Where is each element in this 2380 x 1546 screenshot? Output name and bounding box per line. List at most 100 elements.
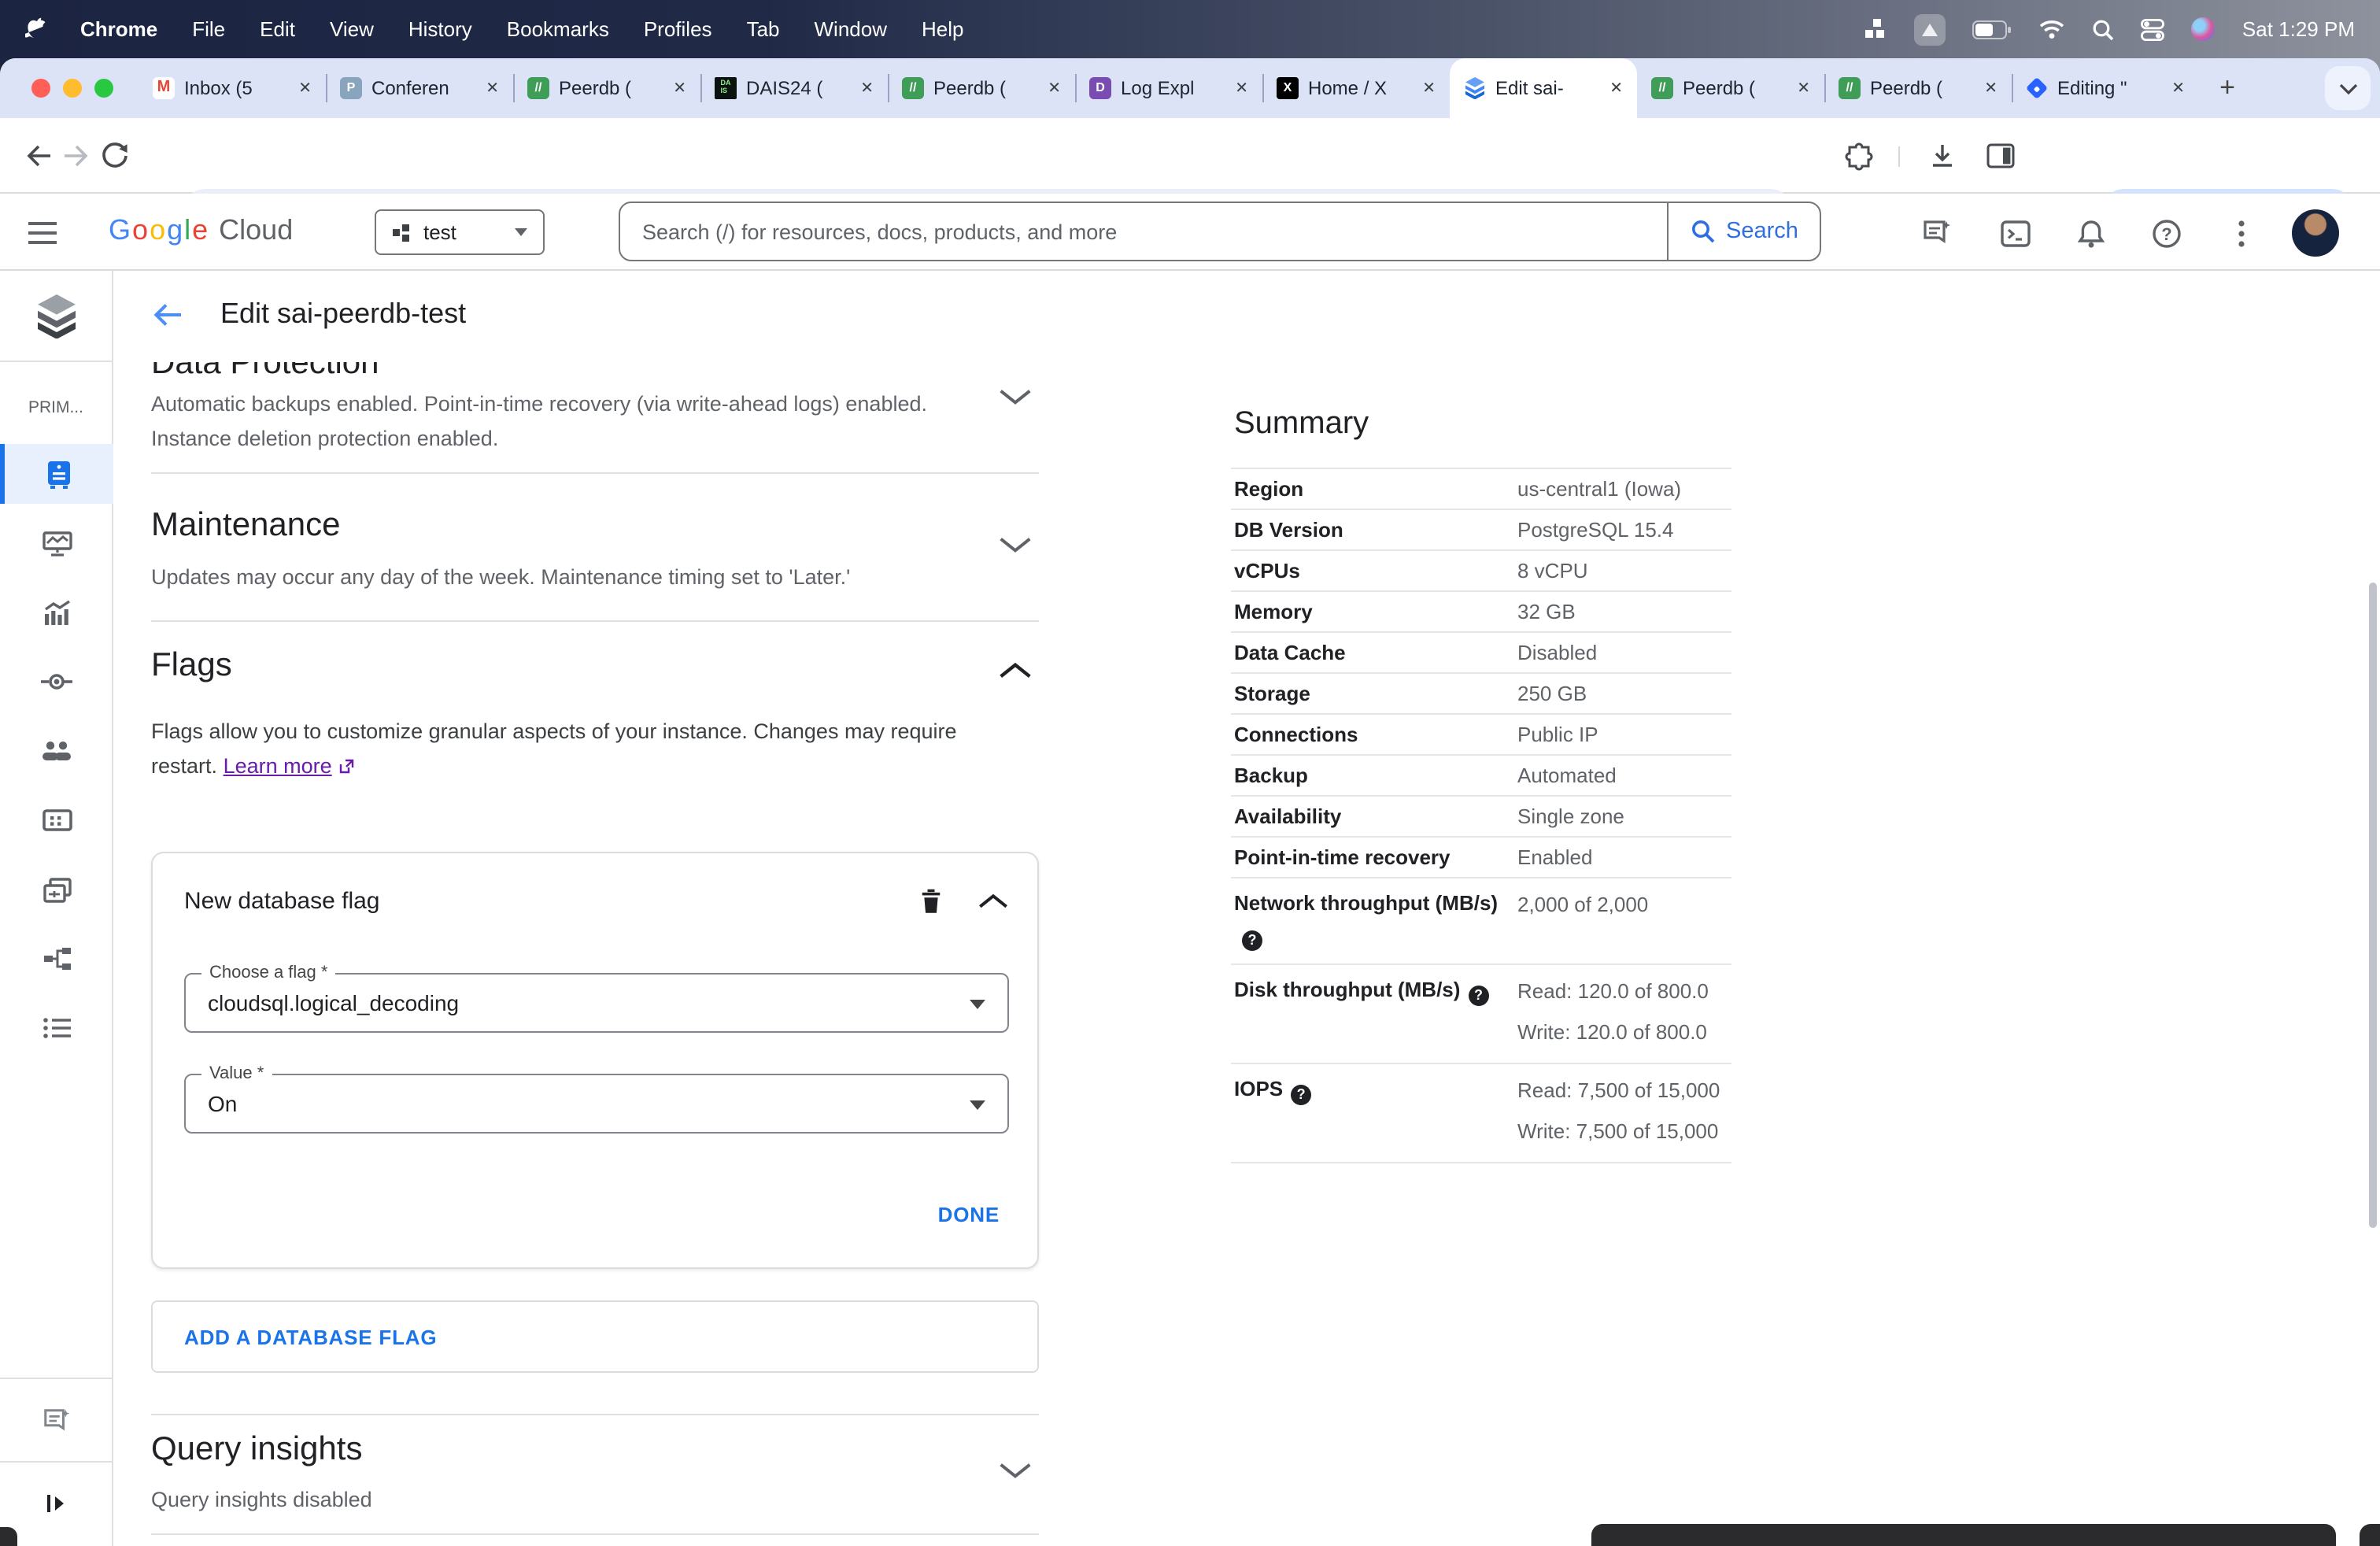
cloudsql-product-icon[interactable] <box>0 271 112 362</box>
expand-query-insights-chevron[interactable] <box>998 1461 1036 1483</box>
done-button[interactable]: DONE <box>938 1203 1000 1226</box>
menubar-window[interactable]: Window <box>815 17 888 41</box>
help-icon[interactable]: ? <box>1242 930 1262 950</box>
cloud-shell-icon[interactable] <box>1998 216 2032 250</box>
close-icon[interactable]: ✕ <box>1984 80 1998 97</box>
menubar-profiles[interactable]: Profiles <box>644 17 712 41</box>
menubar-history[interactable]: History <box>408 17 472 41</box>
scrollbar-thumb[interactable] <box>2369 583 2377 1228</box>
menubar-tab[interactable]: Tab <box>747 17 780 41</box>
sidebar-item-system-insights[interactable] <box>0 513 113 573</box>
close-icon[interactable]: ✕ <box>673 80 686 97</box>
back-arrow-icon[interactable] <box>151 301 183 329</box>
sidebar-item-users[interactable] <box>0 721 113 781</box>
menubar-view[interactable]: View <box>330 17 374 41</box>
downloads-icon[interactable] <box>1927 140 1958 172</box>
notifications-bell-icon[interactable] <box>2073 216 2108 250</box>
tab-peerdb-4[interactable]: // Peerdb (✕ <box>1824 58 2012 118</box>
sidebar-item-connections[interactable] <box>0 652 113 712</box>
gcp-search-bar[interactable]: Search (/) for resources, docs, products… <box>619 202 1821 261</box>
battery-icon[interactable] <box>1972 20 2012 39</box>
close-icon[interactable]: ✕ <box>1609 80 1623 97</box>
sidebar-item-backups[interactable] <box>0 860 113 919</box>
sidebar-item-operations[interactable] <box>0 998 113 1058</box>
reload-icon[interactable] <box>99 140 131 172</box>
delete-flag-trash-icon[interactable] <box>919 886 943 915</box>
minimize-window-button[interactable] <box>63 79 82 98</box>
peerdb-icon: // <box>1651 77 1673 99</box>
gcp-search-button[interactable]: Search <box>1667 203 1820 260</box>
collapse-flags-chevron[interactable] <box>998 661 1036 683</box>
google-cloud-logo[interactable]: Google Cloud <box>109 214 293 247</box>
tab-editing-diagram[interactable]: Editing " ✕ <box>2012 58 2199 118</box>
close-icon[interactable]: ✕ <box>1048 80 1061 97</box>
extensions-icon[interactable] <box>1843 140 1875 172</box>
more-options-kebab-icon[interactable] <box>2224 216 2259 250</box>
learn-more-link[interactable]: Learn more <box>224 754 332 778</box>
menubar-bookmarks[interactable]: Bookmarks <box>507 17 609 41</box>
gcp-account-avatar[interactable] <box>2292 209 2339 257</box>
expand-data-protection-chevron[interactable] <box>998 387 1036 409</box>
spotlight-icon[interactable] <box>2093 18 2115 40</box>
new-tab-button[interactable]: + <box>2208 69 2246 107</box>
sidebar-item-query-insights[interactable] <box>0 583 113 642</box>
diagram-icon <box>2025 76 2049 100</box>
menubar-file[interactable]: File <box>192 17 225 41</box>
close-icon[interactable]: ✕ <box>1422 80 1436 97</box>
tab-log-explorer[interactable]: D Log Expl ✕ <box>1075 58 1262 118</box>
connections-icon <box>41 674 72 690</box>
help-icon[interactable]: ? <box>2149 216 2183 250</box>
close-icon[interactable]: ✕ <box>860 80 874 97</box>
control-center-icon[interactable] <box>2141 18 2165 40</box>
menubar-help[interactable]: Help <box>922 17 964 41</box>
tab-edit-sai-peerdb-active[interactable]: Edit sai- ✕ <box>1450 58 1637 118</box>
menubar-clock[interactable]: Sat 1:29 PM <box>2242 17 2355 41</box>
cloudsql-sidebar: PRIM... <box>0 271 113 1546</box>
window-tiling-icon[interactable] <box>1865 19 1888 39</box>
add-database-flag-button[interactable]: ADD A DATABASE FLAG <box>151 1300 1039 1373</box>
collapse-flag-card-chevron[interactable] <box>978 893 1009 910</box>
dock-edge-left[interactable] <box>0 1527 17 1546</box>
zoom-window-button[interactable] <box>94 79 113 98</box>
app-shortcut-icon[interactable] <box>1914 13 1946 45</box>
help-icon[interactable]: ? <box>1468 985 1489 1005</box>
close-icon[interactable]: ✕ <box>298 80 312 97</box>
dock-bar[interactable] <box>1591 1524 2336 1546</box>
expand-maintenance-chevron[interactable] <box>998 535 1036 557</box>
close-window-button[interactable] <box>31 79 50 98</box>
wifi-icon[interactable] <box>2039 19 2066 39</box>
sidebar-item-overview[interactable] <box>0 444 113 504</box>
tab-search-chevron-button[interactable] <box>2325 66 2371 110</box>
summary-row-pitr: Point-in-time recovery Enabled <box>1231 836 1731 877</box>
project-picker[interactable]: test <box>375 209 545 255</box>
tab-dais24[interactable]: DA IS DAIS24 (✕ <box>700 58 888 118</box>
forward-icon[interactable] <box>60 140 91 172</box>
menubar-edit[interactable]: Edit <box>260 17 295 41</box>
release-notes-icon[interactable] <box>1919 216 1953 250</box>
query-insights-heading: Query insights <box>151 1431 363 1467</box>
flag-value-select[interactable]: Value * On <box>184 1064 1009 1134</box>
close-icon[interactable]: ✕ <box>1235 80 1248 97</box>
tab-peerdb-1[interactable]: // Peerdb (✕ <box>513 58 700 118</box>
close-icon[interactable]: ✕ <box>486 80 499 97</box>
hamburger-menu-icon[interactable] <box>25 216 60 250</box>
tab-inbox[interactable]: M Inbox (5 ✕ <box>139 58 326 118</box>
tab-peerdb-3[interactable]: // Peerdb (✕ <box>1637 58 1824 118</box>
sidebar-collapse-button[interactable] <box>0 1474 113 1533</box>
side-panel-icon[interactable] <box>1985 140 2016 172</box>
tab-peerdb-2[interactable]: // Peerdb (✕ <box>888 58 1075 118</box>
sidebar-item-release-notes[interactable] <box>0 1392 113 1452</box>
apple-menu-icon[interactable] <box>25 17 46 41</box>
menubar-app-name[interactable]: Chrome <box>80 17 157 41</box>
help-icon[interactable]: ? <box>1291 1084 1312 1104</box>
close-icon[interactable]: ✕ <box>2171 80 2185 97</box>
siri-icon[interactable] <box>2191 17 2216 41</box>
dock-edge-right[interactable] <box>2360 1524 2380 1546</box>
choose-flag-select[interactable]: Choose a flag * cloudsql.logical_decodin… <box>184 963 1009 1033</box>
back-icon[interactable] <box>22 140 54 172</box>
sidebar-item-replicas[interactable] <box>0 929 113 989</box>
tab-x-home[interactable]: X Home / X ✕ <box>1262 58 1450 118</box>
close-icon[interactable]: ✕ <box>1797 80 1810 97</box>
tab-conference[interactable]: P Conferen ✕ <box>326 58 513 118</box>
sidebar-item-databases[interactable] <box>0 790 113 850</box>
